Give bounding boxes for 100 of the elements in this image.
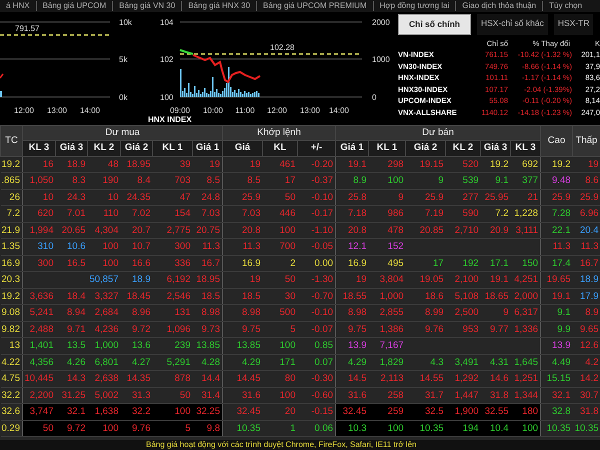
table-cell: 31.7 bbox=[425, 390, 444, 400]
table-cell: 18.9 bbox=[67, 158, 86, 170]
table-cell: 10.35 bbox=[236, 422, 260, 434]
table-cell: 16.7 bbox=[580, 258, 599, 268]
table-cell: 14.2 bbox=[580, 373, 599, 384]
nav-tab[interactable]: Giao dịch thỏa thuận bbox=[455, 1, 542, 11]
table-cell: 1,829 bbox=[380, 356, 404, 368]
table-cell: 14.4 bbox=[202, 373, 220, 384]
table-cell: 2,775 bbox=[166, 224, 190, 236]
nav-tab[interactable]: Bảng giá UPCOM PREMIUM bbox=[256, 1, 373, 11]
table-cell: 10.35 bbox=[546, 422, 571, 434]
reference-label: 102.28 bbox=[270, 43, 294, 52]
table-cell: 9.1 bbox=[557, 307, 571, 318]
table-cell: 7.02 bbox=[132, 208, 150, 219]
table-cell: -0.17 bbox=[311, 208, 334, 219]
table-cell: 24.35 bbox=[126, 192, 150, 202]
table-cell: 5,108 bbox=[454, 290, 479, 302]
axis-label: 11:00 bbox=[235, 106, 255, 115]
table-cell: 22.1 bbox=[552, 224, 571, 236]
table-cell: 500 bbox=[280, 307, 296, 318]
axis-label: 12:00 bbox=[266, 106, 288, 115]
table-cell: 19.2 bbox=[490, 158, 509, 170]
table-cell: 20 bbox=[284, 406, 296, 417]
column-header: Thấp bbox=[572, 126, 600, 156]
table-cell: 19.15 bbox=[420, 158, 444, 170]
table-cell: 300 bbox=[38, 258, 54, 268]
table-cell: 19.1 bbox=[490, 274, 509, 285]
table-cell: 1,401 bbox=[30, 340, 54, 351]
index-tab[interactable]: HSX-chỉ số khác bbox=[477, 14, 548, 35]
column-header: Giá 2 bbox=[406, 140, 446, 156]
table-cell: 32.5 bbox=[425, 406, 444, 417]
table-cell: 6,801 bbox=[94, 356, 118, 368]
table-cell: 25.9 bbox=[552, 192, 571, 202]
table-cell: 2,710 bbox=[454, 224, 479, 236]
table-cell: 2 bbox=[290, 258, 296, 268]
table-cell: 3,804 bbox=[380, 274, 404, 285]
table-cell: 17.4 bbox=[552, 258, 571, 268]
table-cell: 16.9 bbox=[242, 258, 260, 268]
table-cell: 7.28 bbox=[552, 208, 571, 219]
table-cell: 4.49 bbox=[552, 356, 571, 368]
table-cell: 14.3 bbox=[67, 373, 86, 384]
table-cell: 32.45 bbox=[342, 406, 367, 417]
index-tab[interactable]: HSX-TR bbox=[554, 14, 594, 35]
table-cell: 9 bbox=[503, 307, 509, 318]
table-cell: 9.75 bbox=[348, 324, 367, 334]
table-cell: 4.27 bbox=[132, 356, 150, 368]
table-cell: -0.15 bbox=[311, 406, 334, 417]
table-cell: 19.2 bbox=[2, 290, 20, 302]
table-cell: 1,000 bbox=[380, 290, 404, 302]
nav-tab[interactable]: Bảng giá HNX 30 bbox=[181, 1, 256, 11]
nav-tab[interactable]: Bảng giá VN 30 bbox=[112, 1, 182, 11]
table-cell: 4,304 bbox=[94, 224, 118, 236]
table-cell: 2,500 bbox=[454, 307, 479, 318]
index-tab[interactable]: Chỉ số chính bbox=[398, 14, 471, 35]
axis-label: 13:00 bbox=[46, 106, 68, 115]
table-cell: 32.45 bbox=[236, 406, 260, 417]
table-cell: -0.37 bbox=[311, 175, 334, 186]
table-cell: 239 bbox=[174, 340, 190, 351]
table-cell: 5 bbox=[290, 324, 296, 334]
table-cell: 8.3 bbox=[72, 175, 86, 186]
price-line bbox=[0, 74, 4, 78]
table-cell: 4,236 bbox=[94, 324, 118, 334]
table-cell: 2,684 bbox=[94, 307, 118, 318]
nav-tab[interactable]: Hợp đồng tương lai bbox=[372, 1, 456, 11]
table-cell: 13.85 bbox=[196, 340, 220, 351]
table-cell: 9.77 bbox=[490, 324, 509, 334]
reference-label: 791.57 bbox=[15, 24, 40, 33]
group-header: Khớp lệnh bbox=[222, 126, 336, 141]
table-cell: 14.6 bbox=[490, 373, 509, 384]
axis-label: 14:00 bbox=[80, 106, 100, 115]
table-cell: 14.45 bbox=[236, 373, 260, 384]
table-cell: 300 bbox=[174, 241, 190, 252]
table-cell: -0.10 bbox=[311, 307, 334, 318]
table-cell: 2,000 bbox=[514, 290, 538, 302]
table-cell: 24.3 bbox=[67, 192, 86, 202]
table-cell: 4.29 bbox=[242, 356, 260, 368]
nav-tab[interactable]: Tùy chọn bbox=[542, 1, 588, 11]
table-cell: 15.15 bbox=[546, 373, 571, 384]
table-cell: 4.26 bbox=[67, 356, 86, 368]
column-header: TC bbox=[0, 126, 22, 156]
table-cell: 16.9 bbox=[348, 258, 367, 268]
axis-label: 5k bbox=[119, 55, 128, 64]
table-cell: 478 bbox=[388, 224, 404, 236]
table-cell: 1,900 bbox=[454, 406, 479, 417]
table-cell: 31.8 bbox=[490, 390, 509, 400]
table-cell: 11.3 bbox=[202, 241, 220, 252]
table-cell: 50 bbox=[42, 422, 54, 434]
table-cell: 18.5 bbox=[242, 290, 260, 302]
table-cell: 13.9 bbox=[348, 340, 367, 351]
nav-tab[interactable]: Bảng giá UPCOM bbox=[36, 1, 112, 11]
table-cell: 4,356 bbox=[30, 356, 54, 368]
axis-label: 09:00 bbox=[170, 106, 190, 115]
column-header: KL 3 bbox=[510, 140, 541, 156]
table-cell: 10,445 bbox=[24, 373, 54, 384]
nav-tab[interactable]: á HNX bbox=[0, 1, 36, 11]
table-cell: 9.65 bbox=[580, 324, 599, 334]
table-cell: 4.3 bbox=[430, 356, 444, 368]
column-header: Giá 1 bbox=[336, 140, 369, 156]
table-cell: 32.2 bbox=[2, 390, 20, 400]
table-cell: 100 bbox=[102, 258, 118, 268]
